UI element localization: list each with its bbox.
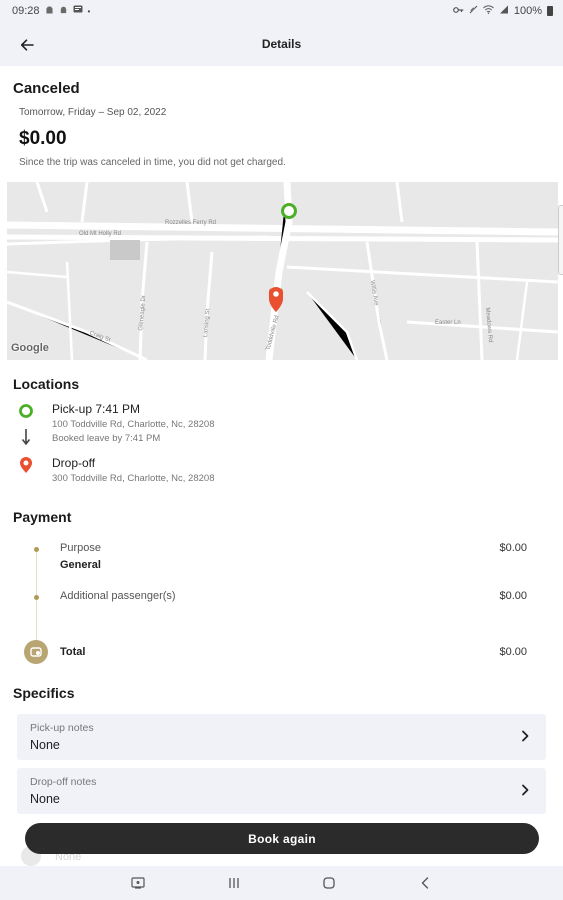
home-icon	[323, 877, 336, 889]
app-bar: Details	[0, 22, 563, 66]
arrow-down-icon	[21, 429, 31, 446]
dropoff-notes-label: Drop-off notes	[30, 776, 97, 788]
screenshot-button[interactable]	[123, 868, 153, 898]
payment-item-label: Purpose	[60, 542, 101, 554]
street-label: Rozzelles Ferry Rd	[165, 220, 217, 226]
chevron-right-icon	[522, 730, 529, 742]
dropoff-pin-icon	[20, 457, 32, 473]
system-nav-bar	[0, 866, 563, 900]
payment-heading: Payment	[13, 509, 72, 525]
page-title: Details	[261, 37, 302, 51]
pickup-address: 100 Toddville Rd, Charlotte, Nc, 28208	[52, 419, 215, 430]
status-left: 09:28 •	[12, 5, 90, 17]
trip-charge-note: Since the trip was canceled in time, you…	[19, 157, 286, 168]
google-logo: Google	[11, 342, 49, 354]
screenshot-icon	[131, 877, 145, 889]
trip-details-screen: 09:28 • 100% Details Canceled Tomorrow, …	[0, 0, 563, 900]
dot-icon: •	[87, 6, 91, 16]
pickup-notes-card[interactable]: Pick-up notes None	[17, 714, 546, 760]
home-button[interactable]	[314, 868, 344, 898]
pickup-notes-value: None	[30, 738, 60, 752]
book-again-button[interactable]: Book again	[25, 823, 539, 854]
payment-item-label: Additional passenger(s)	[60, 590, 176, 602]
status-time: 09:28	[12, 5, 40, 17]
payment-dot	[34, 547, 39, 552]
message-icon	[73, 5, 83, 17]
android-icon	[59, 5, 68, 17]
payment-item-amount: $0.00	[499, 542, 527, 554]
payment-dot	[34, 595, 39, 600]
edge-panel-handle[interactable]	[558, 205, 563, 275]
back-icon	[421, 877, 429, 889]
battery-text: 100%	[513, 5, 542, 17]
pickup-title: Pick-up 7:41 PM	[52, 402, 141, 416]
recents-button[interactable]	[219, 868, 249, 898]
mute-icon	[469, 5, 478, 17]
payment-total-label: Total	[60, 646, 86, 658]
system-back-button[interactable]	[410, 868, 440, 898]
dropoff-marker[interactable]	[268, 287, 284, 312]
locations-heading: Locations	[13, 376, 80, 392]
trip-date: Tomorrow, Friday – Sep 02, 2022	[19, 107, 167, 118]
chevron-right-icon	[522, 784, 529, 796]
trip-status: Canceled	[13, 80, 80, 97]
pickup-booked-time: Booked leave by 7:41 PM	[52, 433, 161, 444]
street-label: Old Mt Holly Rd	[79, 231, 122, 237]
payment-item-amount: $0.00	[499, 590, 527, 602]
android-icon	[45, 5, 54, 17]
pickup-circle-icon	[19, 404, 33, 418]
key-icon	[452, 5, 464, 17]
wallet-icon	[24, 640, 48, 664]
status-bar: 09:28 • 100%	[0, 0, 563, 22]
arrow-left-icon	[20, 39, 34, 51]
dropoff-address: 300 Toddville Rd, Charlotte, Nc, 28208	[52, 473, 215, 484]
back-button[interactable]	[14, 32, 40, 58]
signal-icon	[499, 5, 509, 17]
recents-icon	[228, 878, 239, 888]
status-right: 100%	[452, 5, 553, 17]
payment-total-amount: $0.00	[499, 646, 527, 658]
dropoff-title: Drop-off	[52, 456, 96, 470]
street-label: Easter Ln	[435, 320, 461, 326]
pickup-notes-label: Pick-up notes	[30, 722, 94, 734]
battery-icon	[547, 6, 553, 16]
dropoff-notes-value: None	[30, 792, 60, 806]
trip-map[interactable]: Rozzelles Ferry Rd Old Mt Holly Rd Toddd…	[7, 182, 558, 360]
pickup-marker[interactable]	[281, 203, 297, 219]
dropoff-notes-card[interactable]: Drop-off notes None	[17, 768, 546, 814]
trip-amount: $0.00	[19, 128, 67, 149]
specifics-heading: Specifics	[13, 685, 75, 701]
payment-item-sub: General	[60, 559, 101, 571]
wifi-icon	[483, 5, 494, 17]
